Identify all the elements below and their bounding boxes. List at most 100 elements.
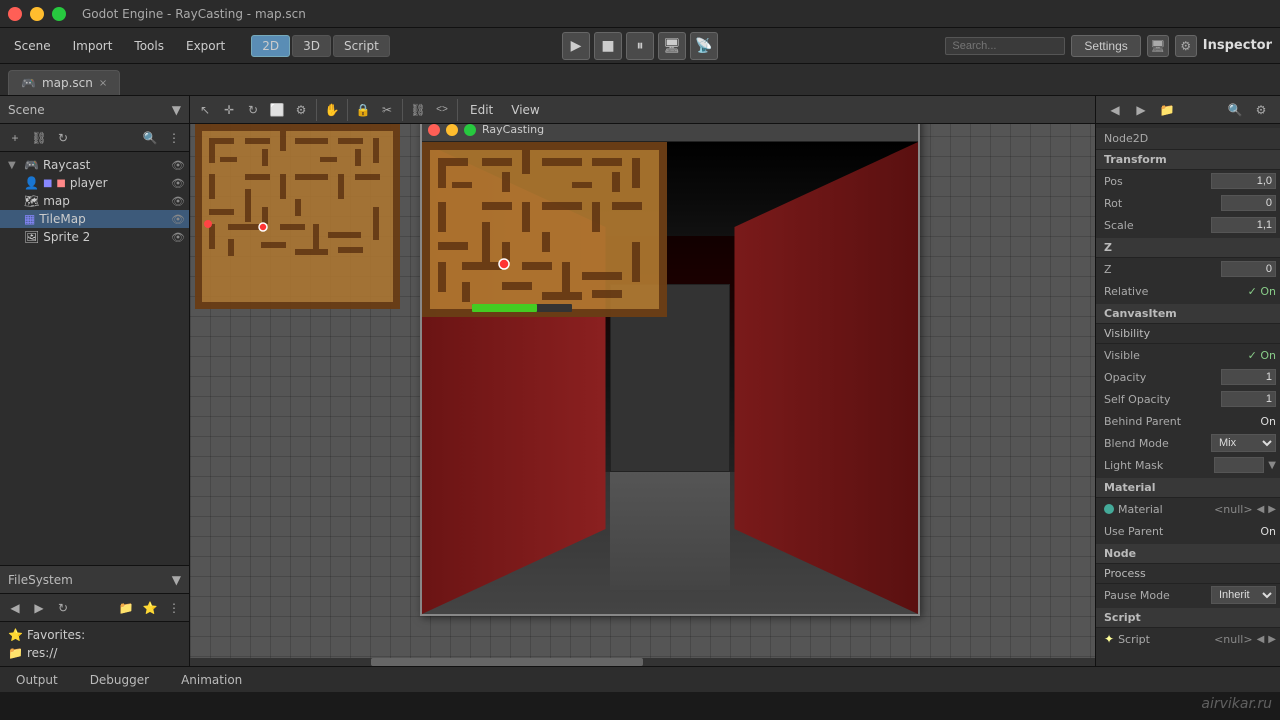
tree-item-tilemap[interactable]: ▦ TileMap 👁 — [0, 210, 189, 228]
material-prev-arrow[interactable]: ◀ — [1257, 504, 1265, 515]
rot-row: Rot — [1096, 192, 1280, 214]
tree-item-player[interactable]: 👤 ■ ■ player 👁 — [0, 174, 189, 192]
z-section: Z Z Relative ✓ On — [1096, 238, 1280, 302]
menu-tools[interactable]: Tools — [124, 36, 174, 56]
blend-mode-select[interactable]: Mix Add Sub — [1211, 434, 1276, 452]
more-options-btn[interactable]: ⋮ — [163, 127, 185, 149]
menu-bar: Scene Import Tools Export 2D 3D Script — [4, 35, 390, 57]
tree-item-map[interactable]: 🗺 map 👁 — [0, 192, 189, 210]
settings-button[interactable]: Settings — [1071, 35, 1140, 57]
z-input[interactable] — [1221, 261, 1276, 277]
display-icon[interactable]: ⚙ — [1175, 35, 1197, 57]
fs-favorites[interactable]: ⭐ Favorites: — [8, 626, 181, 644]
pan-tool-btn[interactable]: ✋ — [321, 99, 343, 121]
tab-icon: 🎮 — [21, 76, 36, 90]
opacity-input[interactable] — [1221, 369, 1276, 385]
rot-input[interactable] — [1221, 195, 1276, 211]
mode-3d-button[interactable]: 3D — [292, 35, 331, 57]
fs-back-btn[interactable]: ◀ — [4, 597, 26, 619]
inspector-forward-btn[interactable]: ▶ — [1130, 99, 1152, 121]
tab-map-scn[interactable]: 🎮 map.scn × — [8, 70, 120, 95]
fs-options-btn[interactable]: ⋮ — [163, 597, 185, 619]
tree-item-raycast[interactable]: ▼ 🎮 Raycast 👁 — [0, 156, 189, 174]
inspector-search-btn[interactable]: 🔍 — [1224, 99, 1246, 121]
menu-import[interactable]: Import — [63, 36, 123, 56]
minimize-button[interactable] — [30, 7, 44, 21]
mode-script-button[interactable]: Script — [333, 35, 390, 57]
bottom-tab-animation[interactable]: Animation — [173, 671, 250, 689]
select-tool-btn[interactable]: ↖ — [194, 99, 216, 121]
fs-refresh-btn[interactable]: ↻ — [52, 597, 74, 619]
remote-button[interactable]: 📡 — [690, 32, 718, 60]
pause-mode-select[interactable]: Inherit Stop Process — [1211, 586, 1276, 604]
tab-close-button[interactable]: × — [99, 78, 107, 89]
maximize-button[interactable] — [52, 7, 66, 21]
tree-item-sprite2[interactable]: 🖼 Sprite 2 👁 — [0, 228, 189, 246]
bottom-tab-output[interactable]: Output — [8, 671, 66, 689]
scale-row: Scale — [1096, 214, 1280, 236]
deploy-button[interactable]: 🖥 — [658, 32, 686, 60]
visibility-icon-raycast[interactable]: 👁 — [171, 159, 185, 172]
add-child-btn[interactable]: ⛓ — [28, 127, 50, 149]
visibility-icon-map[interactable]: 👁 — [171, 195, 185, 208]
bottom-tab-debugger[interactable]: Debugger — [82, 671, 157, 689]
move-tool-btn[interactable]: ✛ — [218, 99, 240, 121]
list-tool-btn[interactable]: ⚙ — [290, 99, 312, 121]
viewport-scrollbar[interactable] — [190, 658, 1095, 666]
view-menu[interactable]: View — [503, 101, 547, 119]
edit-menu[interactable]: Edit — [462, 101, 501, 119]
pos-input[interactable] — [1211, 173, 1276, 189]
rotate-tool-btn[interactable]: ↻ — [242, 99, 264, 121]
script-next-arrow[interactable]: ▶ — [1268, 634, 1276, 645]
inspector-panel: ◀ ▶ 📁 🔍 ⚙ Node2D Transform Pos Rot — [1095, 96, 1280, 666]
lock-btn[interactable]: 🔒 — [352, 99, 374, 121]
refresh-btn[interactable]: ↻ — [52, 127, 74, 149]
pause-mode-row: Pause Mode Inherit Stop Process — [1096, 584, 1280, 606]
fs-forward-btn[interactable]: ▶ — [28, 597, 50, 619]
scene-label: Scene — [8, 103, 45, 117]
material-next-arrow[interactable]: ▶ — [1268, 504, 1276, 515]
search-tree-btn[interactable]: 🔍 — [139, 127, 161, 149]
menu-scene[interactable]: Scene — [4, 36, 61, 56]
play-button[interactable]: ▶ — [562, 32, 590, 60]
code-btn[interactable]: <> — [431, 99, 453, 121]
visibility-icon-player[interactable]: 👁 — [171, 177, 185, 190]
light-mask-value[interactable] — [1214, 457, 1264, 473]
visibility-icon-sprite2[interactable]: 👁 — [171, 231, 185, 244]
scale-tool-btn[interactable]: ⬜ — [266, 99, 288, 121]
menu-export[interactable]: Export — [176, 36, 235, 56]
link-btn[interactable]: ⛓ — [407, 99, 429, 121]
viewport-background[interactable]: RayCasting — [190, 96, 1095, 666]
script-prev-arrow[interactable]: ◀ — [1257, 634, 1265, 645]
search-input[interactable] — [945, 37, 1065, 55]
close-button[interactable] — [8, 7, 22, 21]
self-opacity-input[interactable] — [1221, 391, 1276, 407]
material-row: Material <null> ◀ ▶ — [1096, 498, 1280, 520]
tree-icon-sprite2: 🖼 — [24, 230, 39, 244]
filesystem-toolbar: ◀ ▶ ↻ 📁 ⭐ ⋮ — [0, 594, 189, 622]
fs-new-folder-btn[interactable]: 📁 — [115, 597, 137, 619]
preview-min-btn[interactable] — [446, 124, 458, 136]
inspector-folder-btn[interactable]: 📁 — [1156, 99, 1178, 121]
fs-favorites-btn[interactable]: ⭐ — [139, 597, 161, 619]
pause-button[interactable]: ⏸ — [626, 32, 654, 60]
inspector-history-btn[interactable]: ◀ — [1104, 99, 1126, 121]
blend-mode-row: Blend Mode Mix Add Sub — [1096, 432, 1280, 454]
behind-parent-label: Behind Parent — [1104, 415, 1256, 428]
preview-max-btn[interactable] — [464, 124, 476, 136]
scissors-btn[interactable]: ✂ — [376, 99, 398, 121]
new-node-btn[interactable]: + — [4, 127, 26, 149]
scale-input[interactable] — [1211, 217, 1276, 233]
fs-dropdown-icon[interactable]: ▼ — [172, 573, 181, 587]
stop-button[interactable]: ■ — [594, 32, 622, 60]
bottom-bar: Output Debugger Animation airvikar.ru — [0, 666, 1280, 692]
preview-close-btn[interactable] — [428, 124, 440, 136]
mode-2d-button[interactable]: 2D — [251, 35, 290, 57]
viewport-scrollbar-thumb[interactable] — [371, 658, 643, 666]
visibility-icon-tilemap[interactable]: 👁 — [171, 213, 185, 226]
panel-dropdown-icon[interactable]: ▼ — [172, 103, 181, 117]
light-mask-arrow[interactable]: ▼ — [1268, 460, 1276, 471]
inspector-settings-btn[interactable]: ⚙ — [1250, 99, 1272, 121]
monitor-icon[interactable]: 🖥 — [1147, 35, 1169, 57]
fs-res[interactable]: 📁 res:// — [8, 644, 181, 662]
